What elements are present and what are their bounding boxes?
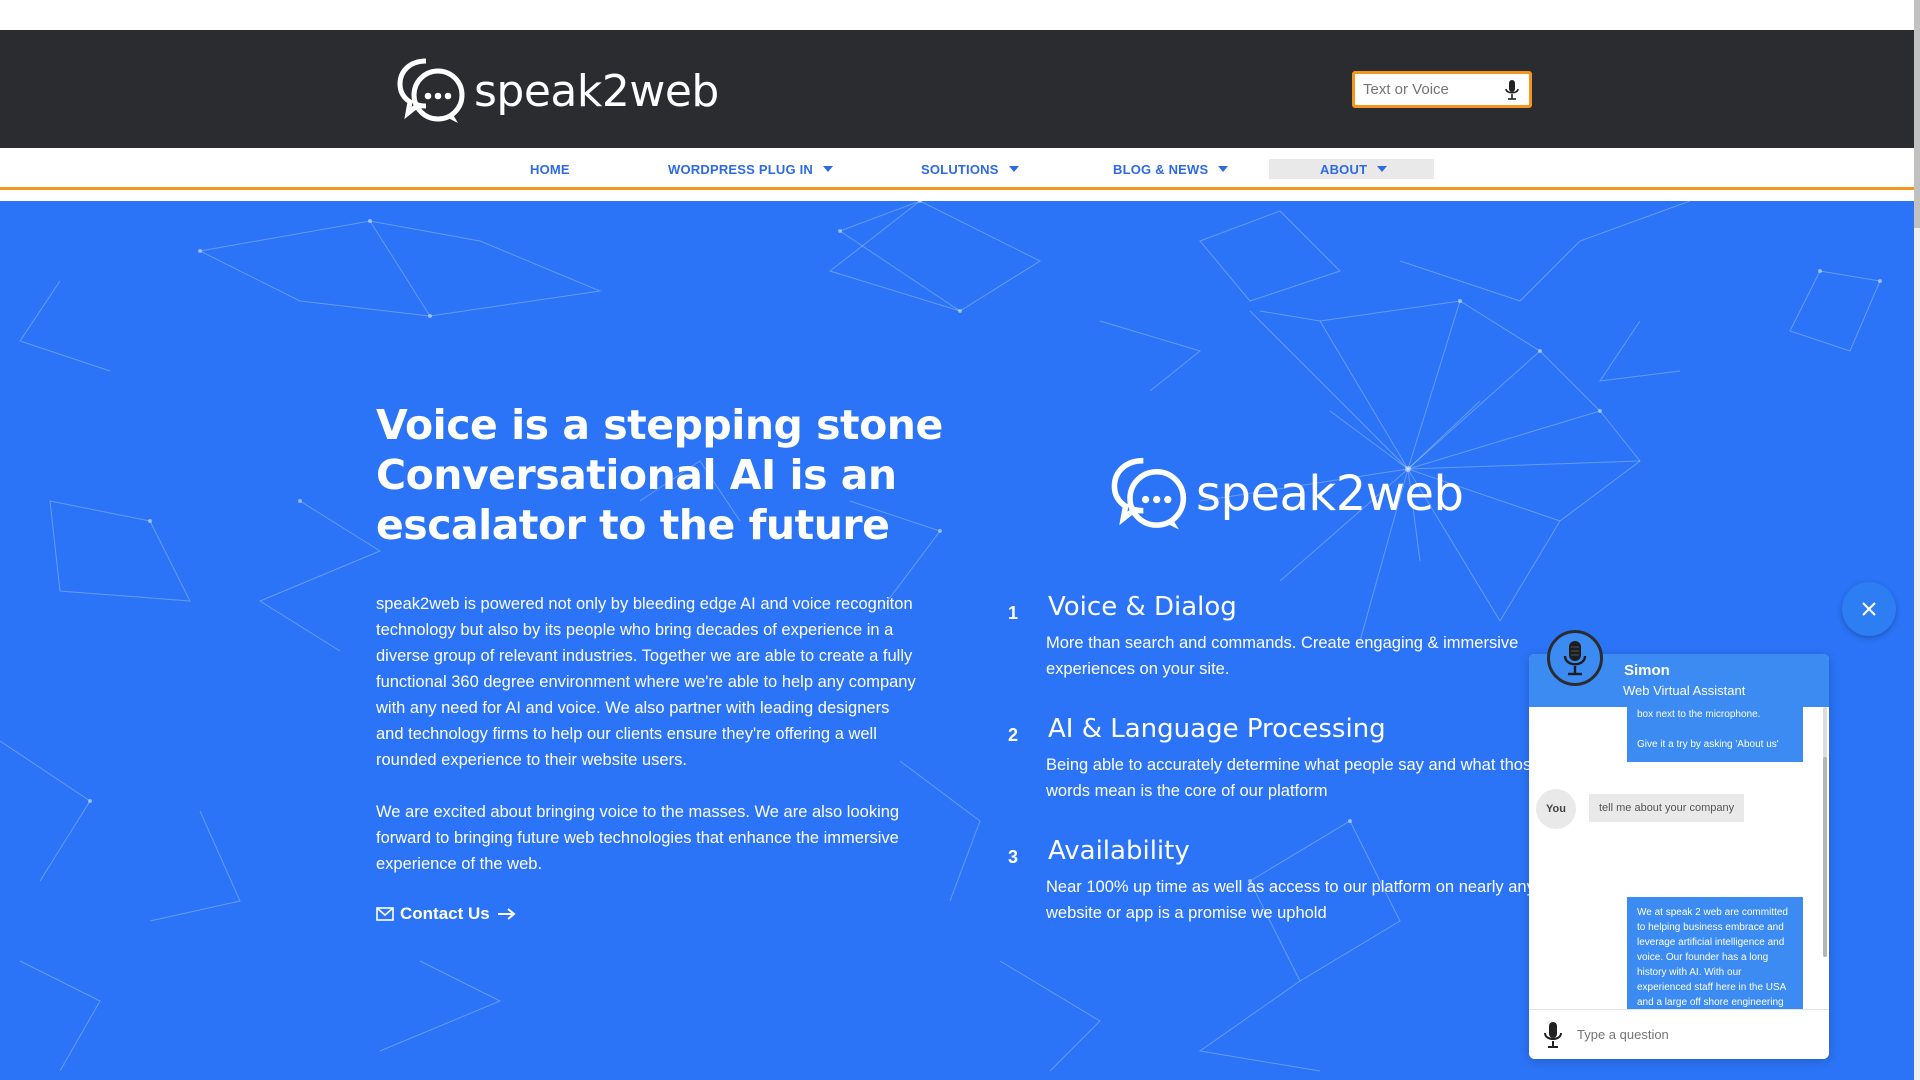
chat-scrollbar-thumb[interactable]: [1823, 757, 1827, 957]
chat-messages[interactable]: box next to the microphone. Give it a tr…: [1529, 707, 1829, 1009]
feature-title: AI & Language Processing: [1048, 714, 1386, 744]
microphone-icon: [1563, 641, 1587, 676]
message-line: box next to the microphone.: [1637, 709, 1761, 720]
close-icon: [1862, 602, 1876, 616]
headline-line: Conversational AI is an: [376, 451, 897, 499]
nav-item-blog-news[interactable]: BLOG & NEWS: [1113, 160, 1229, 178]
chat-close-button[interactable]: [1842, 582, 1896, 636]
chat-scrollbar[interactable]: [1823, 707, 1827, 957]
message-line: Give it a try by asking 'About us': [1637, 739, 1779, 750]
arrow-right-icon: [497, 908, 516, 920]
hero-headline: Voice is a stepping stone Conversational…: [376, 400, 943, 550]
search-input[interactable]: [1363, 81, 1493, 98]
feature-item: 1 Voice & Dialog More than search and co…: [998, 592, 1538, 692]
envelope-icon: [376, 907, 394, 921]
microphone-icon[interactable]: [1543, 1021, 1563, 1049]
site-header: speak2web: [0, 30, 1914, 148]
chat-widget: Simon Web Virtual Assistant box next to …: [1529, 654, 1829, 1059]
hero-logo: speak2web: [1110, 456, 1464, 532]
message-line: [1637, 722, 1793, 737]
bot-message: We at speak 2 web are committed to helpi…: [1627, 897, 1803, 1009]
voice-search-box[interactable]: [1352, 71, 1532, 108]
nav-item-home[interactable]: HOME: [530, 160, 570, 178]
nav-item-label: HOME: [530, 161, 570, 177]
nav-item-label: BLOG & NEWS: [1113, 161, 1209, 177]
microphone-icon[interactable]: [1503, 79, 1521, 101]
caret-down-icon: [1008, 166, 1019, 172]
nav-item-solutions[interactable]: SOLUTIONS: [921, 160, 1019, 178]
chat-input-bar: [1529, 1009, 1829, 1059]
chat-question-input[interactable]: [1577, 1027, 1797, 1042]
feature-number: 3: [998, 842, 1028, 872]
feature-title: Voice & Dialog: [1048, 592, 1237, 622]
caret-down-icon: [822, 166, 833, 172]
top-strip: [0, 0, 1914, 30]
nav-item-label: ABOUT: [1320, 161, 1368, 177]
mission-paragraph: We are excited about bringing voice to t…: [376, 803, 900, 873]
page-scrollbar[interactable]: [1914, 0, 1920, 1080]
speak2web-logo-icon: [397, 58, 465, 123]
feature-description: More than search and commands. Create en…: [1046, 634, 1519, 678]
feature-number: 2: [998, 720, 1028, 750]
main-nav: HOME WORDPRESS PLUG IN SOLUTIONS BLOG & …: [0, 148, 1914, 190]
headline-line: escalator to the future: [376, 501, 890, 549]
speak2web-logo-icon: [1111, 457, 1187, 530]
feature-description: Being able to accurately determine what …: [1046, 756, 1541, 800]
chat-agent-role: Web Virtual Assistant: [1623, 683, 1746, 698]
headline-line: Voice is a stepping stone: [376, 401, 943, 449]
user-avatar: You: [1536, 789, 1576, 829]
nav-item-label: WORDPRESS PLUG IN: [668, 161, 813, 177]
site-logo[interactable]: speak2web: [396, 56, 719, 126]
logo-text: speak2web: [1196, 466, 1464, 522]
feature-description: Near 100% up time as well as access to o…: [1046, 878, 1535, 922]
feature-title: Availability: [1048, 836, 1190, 866]
feature-item: 3 Availability Near 100% up time as well…: [998, 836, 1538, 936]
nav-item-label: SOLUTIONS: [921, 161, 999, 177]
nav-item-about[interactable]: ABOUT: [1320, 160, 1388, 178]
caret-down-icon: [1377, 166, 1388, 172]
page-scrollbar-thumb[interactable]: [1914, 0, 1920, 228]
chat-agent-avatar: [1547, 630, 1603, 686]
about-paragraph: speak2web is powered not only by bleedin…: [376, 595, 916, 769]
contact-us-link[interactable]: Contact Us: [376, 904, 516, 924]
user-message: tell me about your company: [1589, 794, 1745, 822]
chat-agent-name: Simon: [1624, 662, 1670, 679]
nav-item-wordpress-plugin[interactable]: WORDPRESS PLUG IN: [668, 160, 833, 178]
feature-number: 1: [998, 598, 1028, 628]
bot-message: box next to the microphone. Give it a tr…: [1627, 707, 1803, 762]
logo-text: speak2web: [474, 65, 719, 117]
contact-us-label: Contact Us: [400, 904, 490, 923]
feature-item: 2 AI & Language Processing Being able to…: [998, 714, 1540, 814]
caret-down-icon: [1218, 166, 1229, 172]
